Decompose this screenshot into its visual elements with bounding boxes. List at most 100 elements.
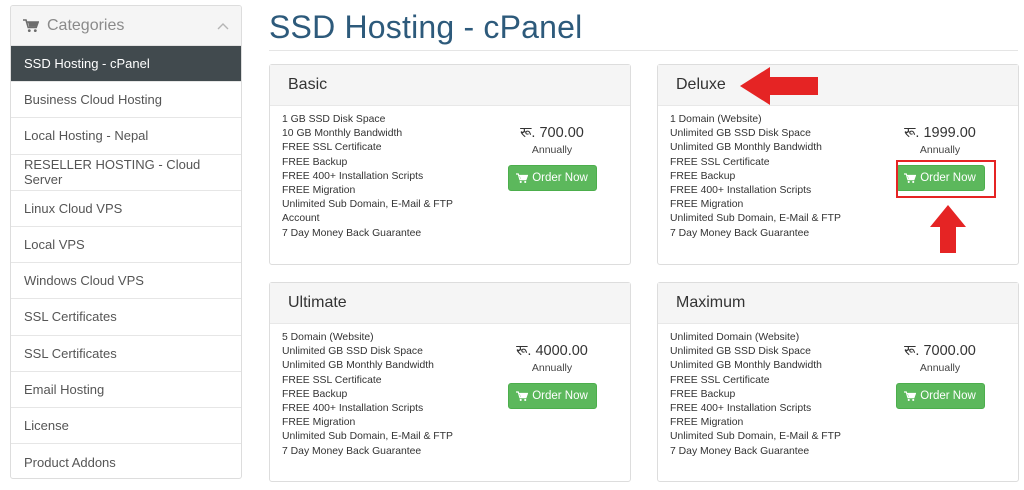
billing-cycle: Annually xyxy=(531,362,573,374)
feature-item: FREE SSL Certificate xyxy=(282,374,382,386)
feature-item: 5 Domain (Website) xyxy=(282,332,374,343)
sidebar-item-label: SSL Certificates xyxy=(24,345,117,361)
categories-sidebar: Categories SSD Hosting - cPanel Business… xyxy=(10,5,242,479)
title-divider xyxy=(269,50,1018,51)
sidebar-item-label: SSD Hosting - cPanel xyxy=(24,56,150,72)
sidebar-item-label: Product Addons xyxy=(24,454,116,470)
price-block: रू. 700.00 Annually Order Now xyxy=(502,122,602,191)
sidebar-item-reseller-hosting[interactable]: RESELLER HOSTING - Cloud Server xyxy=(11,155,241,191)
billing-cycle: Annually xyxy=(531,144,573,156)
feature-item: Unlimited GB Monthly Bandwidth xyxy=(670,142,822,154)
feature-item: FREE Migration xyxy=(670,199,744,211)
annotation-arrow-left-icon xyxy=(740,67,818,105)
sidebar-item-local-vps[interactable]: Local VPS xyxy=(11,227,241,264)
feature-item: 1 Domain (Website) xyxy=(670,114,762,125)
plan-price: रू. 700.00 xyxy=(520,125,584,141)
sidebar-item-label: Linux Cloud VPS xyxy=(24,200,123,216)
feature-item: 7 Day Money Back Guarantee xyxy=(670,227,810,239)
plan-price: रू. 4000.00 xyxy=(516,343,588,359)
plan-name: Maximum xyxy=(658,283,1018,324)
order-button-label: Order Now xyxy=(532,390,588,402)
feature-item: Unlimited GB SSD Disk Space xyxy=(670,128,811,140)
sidebar-item-email-hosting[interactable]: Email Hosting xyxy=(11,372,241,408)
feature-item: FREE Backup xyxy=(670,170,736,182)
price-block: रू. 1999.00 Annually Order Now xyxy=(890,122,990,191)
shopping-cart-icon xyxy=(23,18,39,32)
shopping-cart-icon xyxy=(904,172,917,183)
order-now-button-basic[interactable]: Order Now xyxy=(507,165,597,191)
sidebar-item-ssl-certificates[interactable]: SSL Certificates xyxy=(11,299,241,336)
order-button-label: Order Now xyxy=(920,390,976,402)
feature-item: 1 GB SSD Disk Space xyxy=(282,114,386,125)
feature-item: Account xyxy=(282,213,320,225)
sidebar-item-label: RESELLER HOSTING - Cloud Server xyxy=(24,157,201,188)
annotation-arrow-up-icon xyxy=(930,205,966,253)
feature-item: FREE 400+ Installation Scripts xyxy=(670,403,812,415)
shopping-cart-icon xyxy=(516,390,529,401)
feature-item: Unlimited Sub Domain, E-Mail & FTP xyxy=(282,431,453,443)
feature-item: FREE SSL Certificate xyxy=(670,156,770,168)
sidebar-header[interactable]: Categories xyxy=(11,6,241,46)
sidebar-item-label: License xyxy=(24,417,69,433)
feature-item: 7 Day Money Back Guarantee xyxy=(282,445,422,457)
plan-name: Basic xyxy=(270,65,630,106)
category-list: SSD Hosting - cPanel Business Cloud Host… xyxy=(11,46,241,478)
feature-item: 7 Day Money Back Guarantee xyxy=(282,227,422,239)
sidebar-item-license[interactable]: License xyxy=(11,408,241,445)
feature-item: FREE 400+ Installation Scripts xyxy=(670,185,812,197)
feature-item: Unlimited GB Monthly Bandwidth xyxy=(670,360,822,372)
order-now-button-maximum[interactable]: Order Now xyxy=(895,383,985,409)
order-now-button-ultimate[interactable]: Order Now xyxy=(507,383,597,409)
feature-list: 1 GB SSD Disk Space 10 GB Monthly Bandwi… xyxy=(282,113,462,241)
feature-item: Unlimited GB SSD Disk Space xyxy=(282,346,423,358)
billing-cycle: Annually xyxy=(919,144,961,156)
shopping-cart-icon xyxy=(516,172,529,183)
sidebar-item-business-cloud-hosting[interactable]: Business Cloud Hosting xyxy=(11,82,241,119)
feature-item: Unlimited Sub Domain, E-Mail & FTP xyxy=(670,213,841,225)
feature-item: FREE 400+ Installation Scripts xyxy=(282,403,424,415)
feature-item: FREE Backup xyxy=(282,156,348,168)
sidebar-title: Categories xyxy=(47,16,125,34)
feature-list: 1 Domain (Website) Unlimited GB SSD Disk… xyxy=(670,113,850,241)
feature-item: FREE SSL Certificate xyxy=(282,142,382,154)
sidebar-item-linux-cloud-vps[interactable]: Linux Cloud VPS xyxy=(11,191,241,227)
sidebar-item-ssd-hosting-cpanel[interactable]: SSD Hosting - cPanel xyxy=(11,46,241,83)
billing-cycle: Annually xyxy=(919,362,961,374)
feature-list: 5 Domain (Website) Unlimited GB SSD Disk… xyxy=(282,331,462,459)
feature-list: Unlimited Domain (Website) Unlimited GB … xyxy=(670,331,850,459)
feature-item: FREE Migration xyxy=(282,185,356,197)
sidebar-item-label: Local VPS xyxy=(24,237,85,253)
feature-item: Unlimited Domain (Website) xyxy=(670,332,800,343)
sidebar-item-product-addons[interactable]: Product Addons xyxy=(11,444,241,478)
sidebar-item-ssl-certificates-2[interactable]: SSL Certificates xyxy=(11,336,241,372)
page-title: SSD Hosting - cPanel xyxy=(269,9,583,45)
feature-item: 10 GB Monthly Bandwidth xyxy=(282,128,403,140)
feature-item: Unlimited Sub Domain, E-Mail & FTP xyxy=(670,431,841,443)
price-block: रू. 7000.00 Annually Order Now xyxy=(890,340,990,409)
sidebar-item-label: Business Cloud Hosting xyxy=(24,92,163,108)
feature-item: FREE Backup xyxy=(282,388,348,400)
order-button-label: Order Now xyxy=(920,172,976,184)
feature-item: Unlimited Sub Domain, E-Mail & FTP xyxy=(282,199,453,211)
feature-item: FREE 400+ Installation Scripts xyxy=(282,170,424,182)
feature-item: Unlimited GB Monthly Bandwidth xyxy=(282,360,434,372)
sidebar-item-label: Local Hosting - Nepal xyxy=(24,128,149,144)
shopping-cart-icon xyxy=(904,390,917,401)
plan-card-basic: Basic 1 GB SSD Disk Space 10 GB Monthly … xyxy=(269,64,631,265)
plan-price: रू. 7000.00 xyxy=(904,343,976,359)
feature-item: 7 Day Money Back Guarantee xyxy=(670,445,810,457)
price-block: रू. 4000.00 Annually Order Now xyxy=(502,340,602,409)
chevron-up-icon[interactable] xyxy=(217,22,229,30)
sidebar-item-windows-cloud-vps[interactable]: Windows Cloud VPS xyxy=(11,263,241,300)
sidebar-item-local-hosting-nepal[interactable]: Local Hosting - Nepal xyxy=(11,118,241,155)
order-now-button-deluxe[interactable]: Order Now xyxy=(895,165,985,191)
plan-name: Ultimate xyxy=(270,283,630,324)
feature-item: FREE SSL Certificate xyxy=(670,374,770,386)
feature-item: FREE Migration xyxy=(282,417,356,429)
plan-name: Deluxe xyxy=(658,65,1018,106)
plan-card-ultimate: Ultimate 5 Domain (Website) Unlimited GB… xyxy=(269,282,631,482)
sidebar-item-label: SSL Certificates xyxy=(24,309,117,325)
feature-item: FREE Backup xyxy=(670,388,736,400)
feature-item: Unlimited GB SSD Disk Space xyxy=(670,346,811,358)
plan-price: रू. 1999.00 xyxy=(904,125,976,141)
